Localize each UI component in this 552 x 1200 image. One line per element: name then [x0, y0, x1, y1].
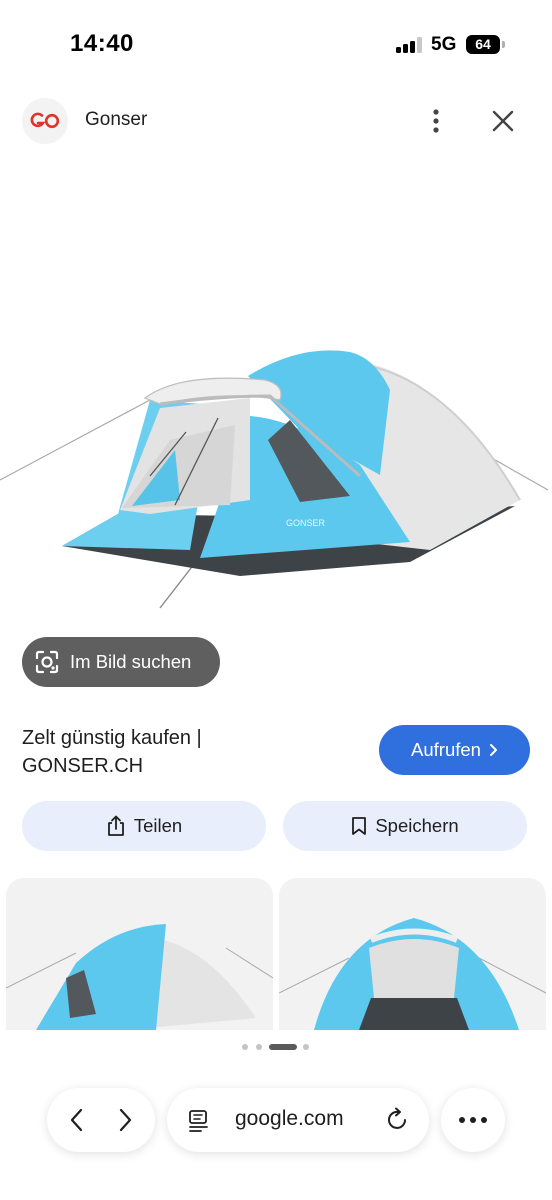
forward-icon [119, 1108, 132, 1132]
close-icon [492, 110, 514, 132]
source-name[interactable]: Gonser [85, 109, 147, 131]
related-image-2[interactable] [279, 878, 546, 1030]
related-image-1[interactable] [6, 878, 273, 1030]
battery-cap [502, 41, 505, 48]
tent-image: GONSER [0, 350, 549, 609]
visit-label: Aufrufen [411, 739, 481, 760]
status-bar: 14:40 5G 64 [0, 0, 552, 90]
navigation-pill [47, 1088, 155, 1152]
tent-brand-print: GONSER [286, 518, 326, 528]
main-image[interactable]: GONSER [0, 300, 552, 620]
forward-button[interactable] [105, 1098, 145, 1142]
more-horiz-icon [459, 1117, 487, 1123]
related-tent-front-image [279, 878, 546, 1030]
browser-menu-button[interactable] [441, 1088, 505, 1152]
share-icon [107, 815, 124, 836]
battery-icon: 64 [466, 35, 500, 54]
share-label: Teilen [133, 815, 183, 836]
network-type: 5G [431, 34, 457, 55]
result-title-line1: Zelt günstig kaufen | [22, 727, 202, 749]
close-button[interactable] [484, 101, 522, 141]
chevron-right-icon [489, 744, 497, 756]
address-bar[interactable]: google.com [167, 1088, 429, 1152]
back-icon [70, 1108, 83, 1132]
bookmark-icon [352, 817, 367, 835]
result-title[interactable]: Zelt günstig kaufen | GONSER.CH [22, 724, 342, 780]
lens-camera-icon [35, 650, 59, 674]
search-in-image-label: Im Bild suchen [70, 651, 192, 672]
back-button[interactable] [57, 1098, 97, 1142]
browser-toolbar: google.com [0, 1088, 552, 1152]
url-text: google.com [235, 1107, 344, 1130]
visit-button[interactable]: Aufrufen [379, 725, 530, 775]
related-tent-side-image [6, 878, 273, 1030]
result-title-line2: GONSER.CH [22, 755, 144, 777]
gonser-logo-icon [30, 112, 60, 129]
share-button[interactable]: Teilen [22, 801, 266, 851]
source-header: Gonser [0, 96, 552, 146]
source-logo[interactable] [22, 98, 68, 144]
signal-icon [396, 37, 424, 53]
save-button[interactable]: Speichern [283, 801, 527, 851]
page-indicator [0, 1044, 552, 1052]
reader-icon [189, 1110, 208, 1132]
reload-icon[interactable] [385, 1107, 411, 1133]
more-vert-icon [433, 109, 439, 133]
search-in-image-button[interactable]: Im Bild suchen [22, 637, 220, 687]
more-options-button[interactable] [420, 101, 452, 141]
status-time: 14:40 [70, 30, 134, 57]
save-label: Speichern [375, 815, 459, 836]
